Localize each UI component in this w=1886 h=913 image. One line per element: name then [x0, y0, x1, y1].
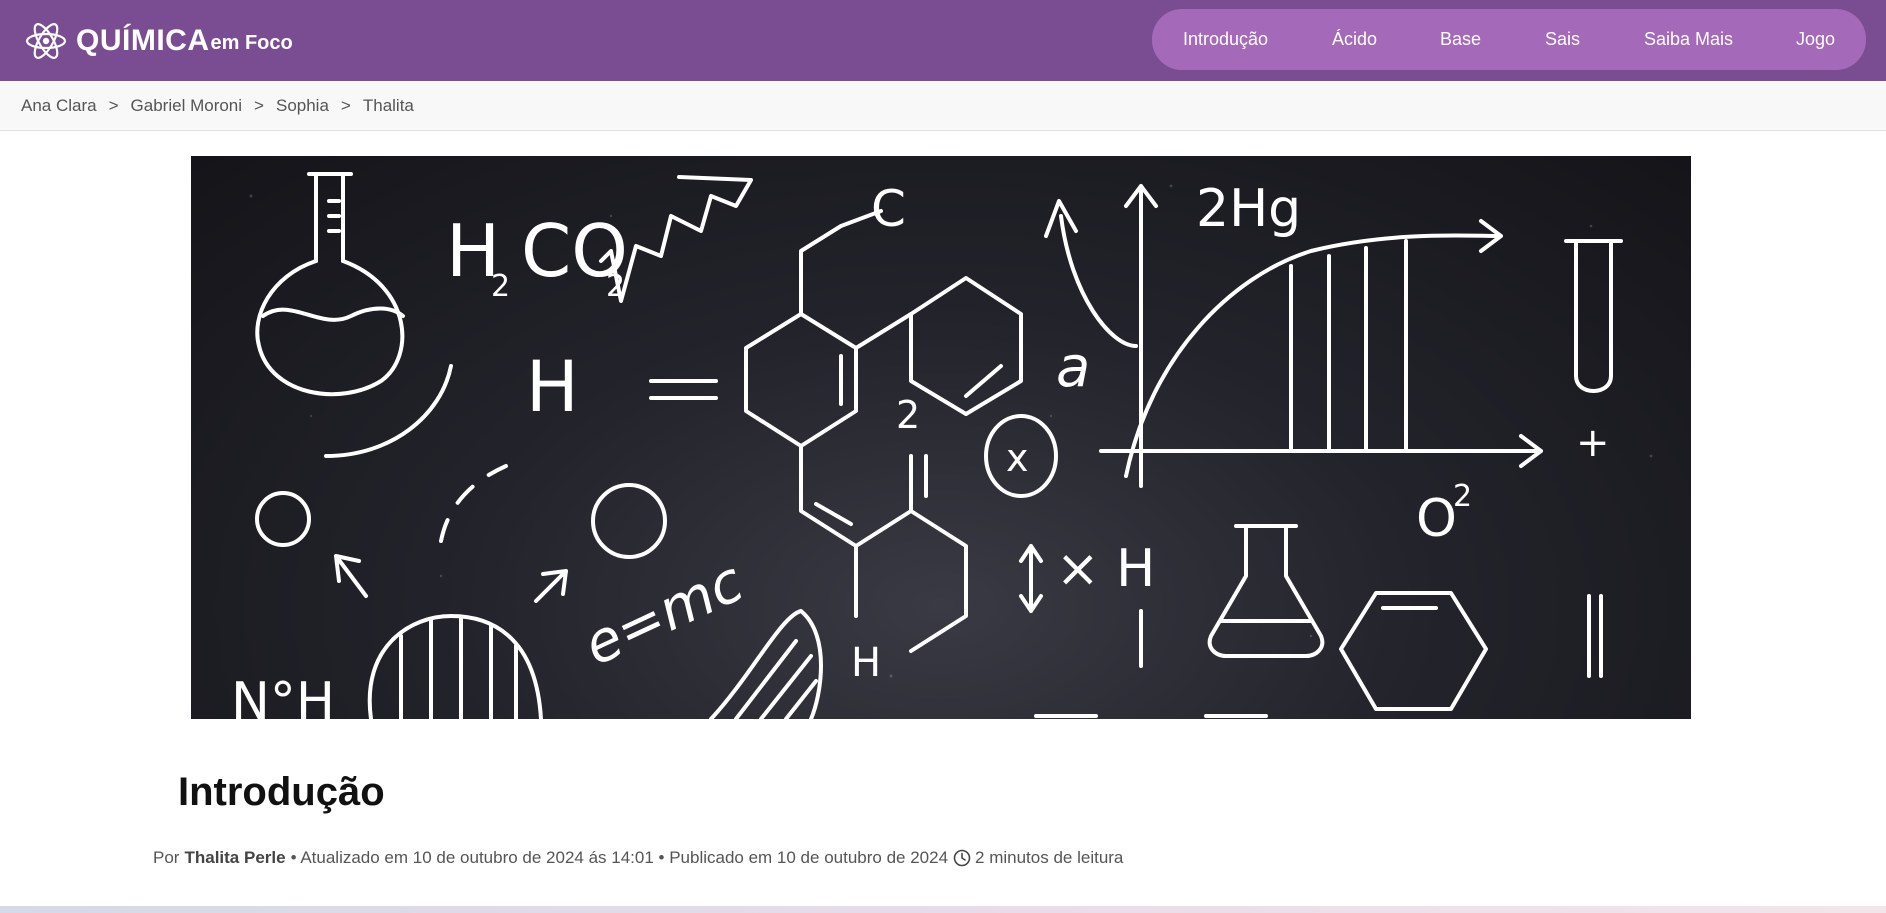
- chemistry-chalkboard-illustration: H 2 CO 2 H C 2Hg a 2 x O 2 e=mc N°H H + …: [231, 172, 1653, 719]
- hero-formula-a: a: [1056, 335, 1090, 400]
- hero-formula-x: x: [1006, 436, 1029, 480]
- breadcrumb-item-ana-clara[interactable]: Ana Clara: [21, 96, 97, 116]
- hero-chalkboard-image: H 2 CO 2 H C 2Hg a 2 x O 2 e=mc N°H H + …: [191, 156, 1691, 719]
- site-logo[interactable]: QUÍMICA em Foco: [24, 18, 293, 64]
- meta-dates: • Atualizado em 10 de outubro de 2024 ás…: [290, 848, 949, 867]
- article-meta: Por Thalita Perle • Atualizado em 10 de …: [153, 848, 1123, 868]
- hero-formula-emc: e=mc: [574, 549, 753, 678]
- nav-jogo[interactable]: Jogo: [1796, 9, 1835, 70]
- nav-sais[interactable]: Sais: [1545, 9, 1580, 70]
- hero-formula-sub: 2: [491, 269, 510, 304]
- nav-introducao[interactable]: Introdução: [1183, 9, 1268, 70]
- breadcrumb-item-sophia[interactable]: Sophia: [276, 96, 329, 116]
- nav-acido[interactable]: Ácido: [1332, 9, 1377, 70]
- clock-icon: [953, 849, 971, 867]
- hero-formula-plus: +: [1576, 420, 1610, 466]
- hero-formula-c: C: [871, 180, 906, 238]
- article-title: Introdução: [178, 770, 385, 814]
- nav-saiba-mais[interactable]: Saiba Mais: [1644, 9, 1733, 70]
- hero-formula-sub: 2: [606, 269, 625, 304]
- meta-by-label: Por: [153, 848, 180, 867]
- main-nav: Introdução Ácido Base Sais Saiba Mais Jo…: [1152, 9, 1866, 70]
- hero-formula-2: 2: [896, 393, 920, 437]
- hero-formula-h-mid: H: [526, 346, 579, 428]
- hero-formula-h-bottom: H: [851, 640, 881, 686]
- breadcrumb-separator: >: [108, 96, 119, 115]
- meta-author[interactable]: Thalita Perle: [184, 848, 285, 868]
- breadcrumb-item-thalita[interactable]: Thalita: [363, 96, 414, 116]
- nav-base[interactable]: Base: [1440, 9, 1481, 70]
- hero-formula-o-sup: 2: [1453, 479, 1472, 514]
- hero-formula-2hg: 2Hg: [1196, 179, 1301, 239]
- page-bottom-strip: [0, 906, 1886, 913]
- logo-title: QUÍMICA: [76, 24, 210, 57]
- breadcrumb-separator: >: [340, 96, 351, 115]
- hero-formula-noh: N°H: [231, 672, 335, 719]
- breadcrumb-item-gabriel-moroni[interactable]: Gabriel Moroni: [131, 96, 243, 116]
- hero-formula-o: O: [1416, 489, 1457, 549]
- breadcrumb-separator: >: [254, 96, 264, 115]
- atom-icon: [25, 23, 67, 59]
- logo-subtitle: em Foco: [210, 31, 293, 54]
- site-header: QUÍMICA em Foco Introdução Ácido Base Sa…: [0, 0, 1886, 81]
- breadcrumb-bar: Ana Clara > Gabriel Moroni > Sophia > Th…: [0, 81, 1886, 131]
- hero-formula-xh: × H: [1056, 539, 1155, 599]
- breadcrumb: Ana Clara > Gabriel Moroni > Sophia > Th…: [21, 81, 414, 131]
- meta-read-time: 2 minutos de leitura: [975, 848, 1124, 867]
